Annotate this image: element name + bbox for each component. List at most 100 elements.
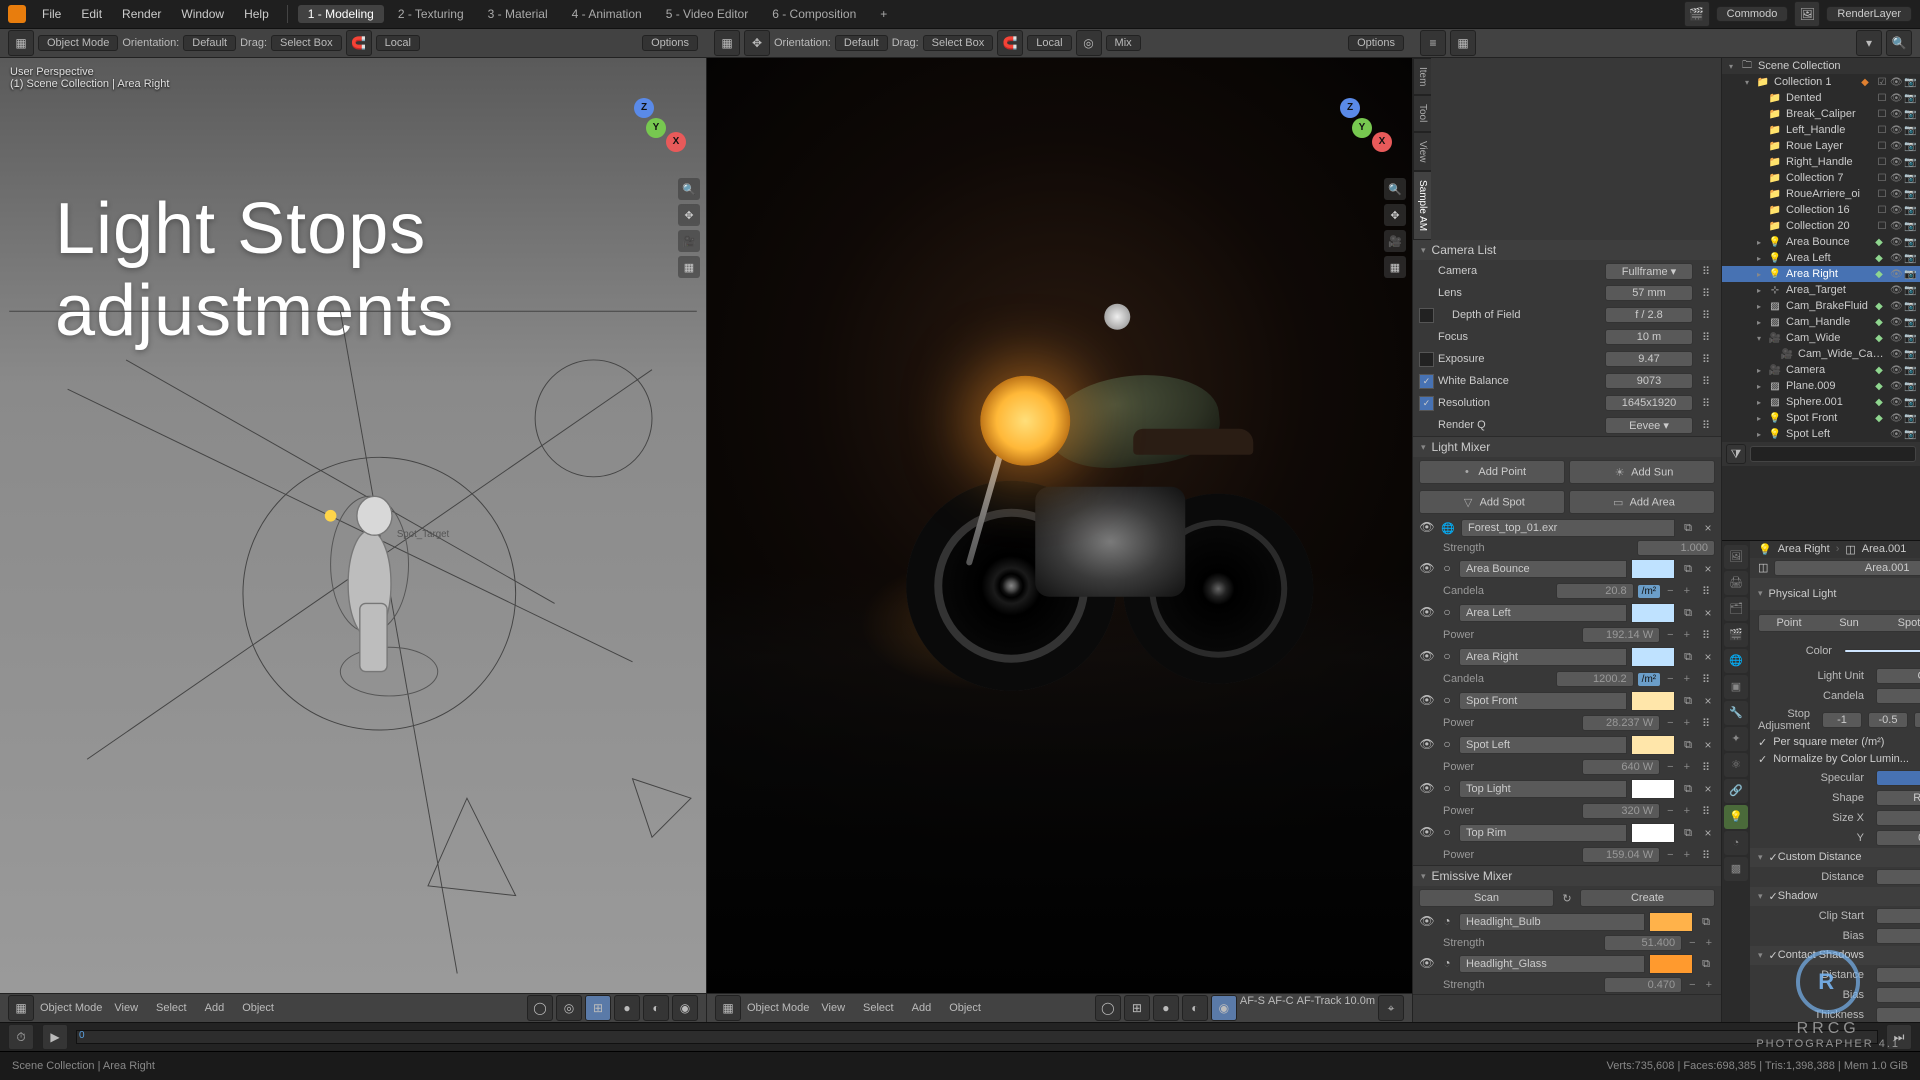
plus-icon[interactable]: + xyxy=(1681,849,1693,861)
item-name[interactable]: Collection 7 xyxy=(1786,172,1872,184)
timeline-type-icon[interactable]: ⏱ xyxy=(8,1024,34,1050)
unit-badge[interactable]: /m² xyxy=(1638,673,1660,686)
outliner-item[interactable]: ▸💡Spot Front◆👁📷 xyxy=(1722,410,1920,426)
menu-select[interactable]: Select xyxy=(857,1000,900,1016)
item-name[interactable]: Area Left xyxy=(1786,252,1868,264)
visibility-flags[interactable]: ☐👁📷 xyxy=(1876,93,1916,104)
outliner-item[interactable]: ▸▨Plane.009◆👁📷 xyxy=(1722,378,1920,394)
visibility-flags[interactable]: 👁📷 xyxy=(1890,285,1916,296)
menu-select[interactable]: Select xyxy=(150,1000,193,1016)
shading-matprev-icon[interactable]: ◐ xyxy=(1182,995,1208,1021)
outliner-item[interactable]: ▸💡Area Right◆👁📷 xyxy=(1722,266,1920,282)
scan-button[interactable]: Scan xyxy=(1419,889,1554,907)
editor-type-icon[interactable]: ▦ xyxy=(715,995,741,1021)
shading-matprev-icon[interactable]: ◐ xyxy=(643,995,669,1021)
solo-icon[interactable]: ○ xyxy=(1439,693,1455,709)
af-c-button[interactable]: AF-C xyxy=(1268,995,1294,1021)
stop-minus1[interactable]: -1 xyxy=(1822,712,1862,728)
strength-value[interactable]: 51.400 xyxy=(1604,935,1682,951)
item-name[interactable]: Cam_BrakeFluid xyxy=(1786,300,1868,312)
visibility-flags[interactable]: 👁📷 xyxy=(1890,413,1916,424)
outliner-item[interactable]: 📁Collection 16☐👁📷 xyxy=(1722,202,1920,218)
snap-icon[interactable]: 🧲 xyxy=(997,30,1023,56)
eye-icon[interactable]: 👁 xyxy=(1419,956,1435,972)
disclosure-icon[interactable]: ▾ xyxy=(1742,78,1752,87)
drag-dropdown-right[interactable]: Select Box xyxy=(923,35,994,51)
plus-icon[interactable]: + xyxy=(1703,937,1715,949)
plus-icon[interactable]: + xyxy=(1703,979,1715,991)
eye-icon[interactable]: 👁 xyxy=(1419,693,1435,709)
metric-value[interactable]: 159.04 W xyxy=(1582,847,1660,863)
light-color-swatch[interactable] xyxy=(1844,649,1920,653)
visibility-flags[interactable]: ☐👁📷 xyxy=(1876,141,1916,152)
shading-wire-icon[interactable]: ⊞ xyxy=(1124,995,1150,1021)
world-strength-value[interactable]: 1.000 xyxy=(1637,540,1715,556)
outliner-item[interactable]: ▸🎥Camera◆👁📷 xyxy=(1722,362,1920,378)
menu-object[interactable]: Object xyxy=(943,1000,987,1016)
contact-bias-value[interactable]: 0.030 xyxy=(1876,987,1920,1003)
visibility-flags[interactable]: ☑👁📷 xyxy=(1876,77,1916,88)
perspective-icon[interactable]: ▦ xyxy=(1384,256,1406,278)
menu-render[interactable]: Render xyxy=(114,5,169,23)
shading-render-icon[interactable]: ◉ xyxy=(672,995,698,1021)
outliner-item[interactable]: ▾📁Collection 1◆☑👁📷 xyxy=(1722,74,1920,90)
disclosure-icon[interactable]: ▸ xyxy=(1754,366,1764,375)
item-name[interactable]: Area_Target xyxy=(1786,284,1886,296)
prop-value[interactable]: f / 2.8 xyxy=(1605,307,1693,323)
link-icon[interactable]: ⧉ xyxy=(1679,560,1697,578)
refresh-icon[interactable]: ↻ xyxy=(1558,889,1576,907)
light-name[interactable]: Top Light xyxy=(1459,780,1627,798)
outliner-item[interactable]: 📁Roue Layer☐👁📷 xyxy=(1722,138,1920,154)
menu-icon[interactable]: ⠿ xyxy=(1697,328,1715,346)
prop-value[interactable]: Fullframe ▾ xyxy=(1605,263,1693,280)
item-name[interactable]: Right_Handle xyxy=(1786,156,1872,168)
camera-icon[interactable]: 🎥 xyxy=(678,230,700,252)
size-y-value[interactable]: 0.309 m xyxy=(1876,830,1920,846)
minus-icon[interactable]: − xyxy=(1664,629,1676,641)
tab-scene-icon[interactable]: 🎬 xyxy=(1724,623,1748,647)
metric-value[interactable]: 640 W xyxy=(1582,759,1660,775)
light-color-swatch[interactable] xyxy=(1631,603,1675,623)
light-name[interactable]: Area Right xyxy=(1459,648,1627,666)
menu-icon[interactable]: ⠿ xyxy=(1697,758,1715,776)
link-icon[interactable]: ⧉ xyxy=(1679,604,1697,622)
solo-icon[interactable]: ○ xyxy=(1439,649,1455,665)
minus-icon[interactable]: − xyxy=(1664,805,1676,817)
item-name[interactable]: Roue Layer xyxy=(1786,140,1872,152)
visibility-flags[interactable]: 👁📷 xyxy=(1890,349,1916,360)
link-icon[interactable]: ⧉ xyxy=(1679,519,1697,537)
metric-value[interactable]: 20.8 xyxy=(1556,583,1634,599)
menu-view[interactable]: View xyxy=(815,1000,851,1016)
outliner-item[interactable]: ▸▨Sphere.001◆👁📷 xyxy=(1722,394,1920,410)
close-icon[interactable]: × xyxy=(1701,694,1715,708)
shape-dropdown[interactable]: Rectangle xyxy=(1876,790,1920,806)
tab-physics-icon[interactable]: ⚛ xyxy=(1724,753,1748,777)
tab-world-icon[interactable]: 🌐 xyxy=(1724,649,1748,673)
plus-icon[interactable]: + xyxy=(1681,805,1693,817)
item-name[interactable]: Sphere.001 xyxy=(1786,396,1868,408)
menu-icon[interactable]: ⠿ xyxy=(1697,846,1715,864)
close-icon[interactable]: × xyxy=(1701,562,1715,576)
light-color-swatch[interactable] xyxy=(1631,735,1675,755)
shading-render-icon[interactable]: ◉ xyxy=(1211,995,1237,1021)
outliner-item[interactable]: ▾🎥Cam_Wide◆👁📷 xyxy=(1722,330,1920,346)
minus-icon[interactable]: − xyxy=(1664,585,1676,597)
tab-constraints-icon[interactable]: 🔗 xyxy=(1724,779,1748,803)
close-icon[interactable]: × xyxy=(1701,521,1715,535)
transform-space-left[interactable]: Local xyxy=(376,35,420,51)
nav-gizmo-right[interactable]: Y X Z xyxy=(1332,98,1392,158)
menu-window[interactable]: Window xyxy=(173,5,232,23)
light-name[interactable]: Spot Left xyxy=(1459,736,1627,754)
disclosure-icon[interactable]: ▸ xyxy=(1754,398,1764,407)
visibility-flags[interactable]: 👁📷 xyxy=(1890,381,1916,392)
tab-particles-icon[interactable]: ✦ xyxy=(1724,727,1748,751)
play-icon[interactable]: ▶ xyxy=(42,1024,68,1050)
menu-icon[interactable]: ⠿ xyxy=(1697,670,1715,688)
orientation-dropdown-right[interactable]: Default xyxy=(835,35,888,51)
end-icon[interactable]: ⏭ xyxy=(1886,1024,1912,1050)
light-mixer-header[interactable]: Light Mixer xyxy=(1413,437,1721,457)
workspace-tab-composition[interactable]: 6 - Composition xyxy=(762,5,866,23)
zoom-icon[interactable]: 🔍 xyxy=(1384,178,1406,200)
checkbox[interactable] xyxy=(1419,352,1434,367)
add-spot-button[interactable]: ▽ Add Spot xyxy=(1419,490,1565,514)
